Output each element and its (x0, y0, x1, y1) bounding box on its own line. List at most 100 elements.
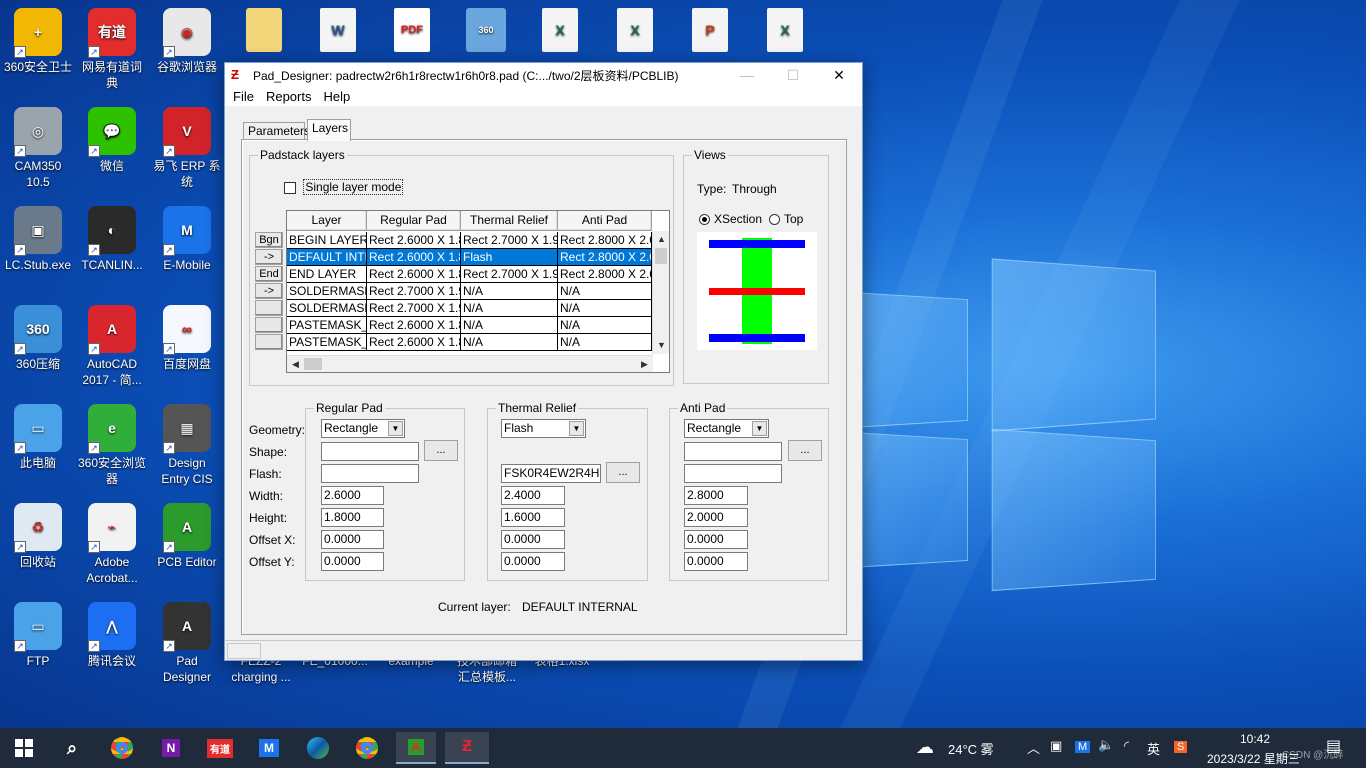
notification-icon[interactable]: ▤ (1326, 736, 1341, 756)
thermal-geometry-select[interactable]: Flash ▼ (501, 419, 586, 438)
vertical-scrollbar[interactable]: ▲ ▼ (652, 231, 669, 354)
excel-file-icon[interactable]: X (747, 8, 823, 55)
zip-file-icon[interactable]: 360 (448, 8, 524, 55)
anti-shape-field[interactable] (684, 442, 782, 461)
close-button[interactable]: ✕ (816, 63, 862, 87)
taskbar-onenote[interactable]: N (151, 732, 191, 764)
row-button[interactable] (255, 334, 283, 350)
anti-height-field[interactable]: 2.0000 (684, 508, 748, 527)
radio-xsection-indicator[interactable] (699, 214, 710, 226)
volume-icon[interactable]: 🔈 (1098, 737, 1114, 753)
pdf-file-icon[interactable]: PDF (374, 8, 450, 55)
cell-anti[interactable]: Rect 2.8000 X 2.00 (558, 232, 652, 249)
cell-layer[interactable]: DEFAULT INTE (287, 249, 367, 266)
anti-width-field[interactable]: 2.8000 (684, 486, 748, 505)
desktop-icon-tcanlin[interactable]: ◐ ↗ TCANLIN... (74, 206, 150, 273)
row-button[interactable]: Bgn (255, 232, 283, 248)
cell-anti[interactable]: Rect 2.8000 X 2.00 (558, 266, 652, 283)
desktop-icon-chrome[interactable]: ◉ ↗ 谷歌浏览器 (149, 8, 225, 75)
desktop-icon-ftp[interactable]: ▭ ↗ FTP (0, 602, 76, 669)
anti-offset-y-field[interactable]: 0.0000 (684, 552, 748, 571)
thermal-width-field[interactable]: 2.4000 (501, 486, 565, 505)
single-layer-mode[interactable]: Single layer mode (284, 179, 404, 195)
taskbar-chrome[interactable] (102, 732, 142, 764)
thermal-offset-x-field[interactable]: 0.0000 (501, 530, 565, 549)
tab-layers[interactable]: Layers (307, 119, 351, 141)
taskbar-youdao[interactable]: 有道 (200, 732, 240, 764)
row-button[interactable]: -> (255, 249, 283, 265)
table-row[interactable]: PASTEMASK_TRect 2.6000 X 1.80N/AN/A (287, 317, 652, 334)
cell-layer[interactable]: PASTEMASK_B (287, 334, 367, 351)
cell-thermal[interactable]: Flash (461, 249, 558, 266)
desktop-icon-autocad[interactable]: A ↗ AutoCAD 2017 - 简... (74, 305, 150, 388)
row-button[interactable]: End (255, 266, 283, 282)
regular-height-field[interactable]: 1.8000 (321, 508, 384, 527)
minimize-button[interactable]: — (724, 63, 770, 87)
word-file-icon[interactable]: W (300, 8, 376, 55)
desktop-icon-computer[interactable]: ▭ ↗ 此电脑 (0, 404, 76, 471)
ppt-file-icon[interactable]: P (672, 8, 748, 55)
cell-thermal[interactable]: N/A (461, 283, 558, 300)
thermal-flash-browse-button[interactable]: ... (606, 462, 640, 483)
chevron-down-icon[interactable]: ▼ (388, 421, 403, 436)
network-icon[interactable]: ◜ (1124, 738, 1129, 754)
thermal-offset-y-field[interactable]: 0.0000 (501, 552, 565, 571)
weather-icon[interactable]: ☁ (916, 737, 934, 758)
desktop-icon-pcb-editor[interactable]: A ↗ PCB Editor (149, 503, 225, 570)
desktop-icon-wechat[interactable]: 💬 ↗ 微信 (74, 107, 150, 174)
emobile-tray-icon[interactable]: M (1075, 738, 1091, 753)
cell-regular[interactable]: Rect 2.6000 X 1.80 (367, 266, 461, 283)
sogou-icon[interactable]: S (1174, 738, 1188, 753)
cell-anti[interactable]: N/A (558, 317, 652, 334)
desktop-icon-emobile[interactable]: M ↗ E-Mobile (149, 206, 225, 273)
desktop-icon-360-zip[interactable]: 360 ↗ 360压缩 (0, 305, 76, 372)
tab-parameters[interactable]: Parameters (243, 122, 310, 140)
desktop-icon-acrobat[interactable]: ⌁ ↗ Adobe Acrobat... (74, 503, 150, 586)
chevron-up-icon[interactable]: ︿ (1027, 738, 1040, 757)
table-row[interactable]: PASTEMASK_BRect 2.6000 X 1.80N/AN/A (287, 334, 652, 351)
cell-layer[interactable]: SOLDERMASK_ (287, 283, 367, 300)
anti-shape-browse-button[interactable]: ... (788, 440, 822, 461)
tray-app-icon[interactable]: ▣ (1050, 738, 1062, 754)
cell-regular[interactable]: Rect 2.6000 X 1.80 (367, 249, 461, 266)
search-icon[interactable]: ⌕ (52, 732, 92, 764)
desktop-icon-baidu-pan[interactable]: ∞ ↗ 百度网盘 (149, 305, 225, 372)
horizontal-scrollbar[interactable]: ◀ ▶ (287, 355, 653, 372)
scroll-up-icon[interactable]: ▲ (653, 231, 670, 248)
ime-indicator[interactable]: 英 (1147, 739, 1160, 758)
table-row[interactable]: DEFAULT INTERect 2.6000 X 1.80FlashRect … (287, 249, 652, 266)
taskbar-emobile[interactable]: M (249, 732, 289, 764)
col-layer[interactable]: Layer (287, 211, 367, 231)
radio-xsection[interactable]: XSection (699, 212, 762, 226)
col-anti-pad[interactable]: Anti Pad (558, 211, 652, 231)
thermal-flash-field[interactable]: FSK0R4EW2R4H1 (501, 464, 601, 483)
start-button[interactable] (4, 732, 44, 764)
col-thermal-relief[interactable]: Thermal Relief (461, 211, 558, 231)
cell-anti[interactable]: N/A (558, 334, 652, 351)
desktop-icon-tencent-meeting[interactable]: ⋀ ↗ 腾讯会议 (74, 602, 150, 669)
cell-anti[interactable]: Rect 2.8000 X 2.00 (558, 249, 652, 266)
menu-file[interactable]: File (227, 89, 260, 104)
cell-thermal[interactable]: N/A (461, 317, 558, 334)
clock-time[interactable]: 10:42 (1240, 732, 1270, 746)
scroll-right-icon[interactable]: ▶ (636, 356, 653, 373)
anti-geometry-select[interactable]: Rectangle ▼ (684, 419, 769, 438)
chevron-down-icon[interactable]: ▼ (752, 421, 767, 436)
col-regular-pad[interactable]: Regular Pad (367, 211, 461, 231)
taskbar-edge[interactable] (298, 732, 338, 764)
chevron-down-icon[interactable]: ▼ (569, 421, 584, 436)
desktop-icon-lcstub[interactable]: ▣ ↗ LC.Stub.exe (0, 206, 76, 273)
maximize-button[interactable]: ☐ (770, 63, 816, 87)
single-layer-checkbox[interactable] (284, 181, 296, 194)
scroll-thumb[interactable] (655, 248, 667, 264)
padstack-grid[interactable]: Layer Regular Pad Thermal Relief Anti Pa… (286, 210, 670, 373)
radio-top-indicator[interactable] (769, 214, 780, 226)
cell-thermal[interactable]: Rect 2.7000 X 1.90 (461, 266, 558, 283)
desktop-icon-360-safe[interactable]: + ↗ 360安全卫士 (0, 8, 76, 75)
desktop-icon-youdao[interactable]: 有道 ↗ 网易有道词 典 (74, 8, 150, 91)
cell-regular[interactable]: Rect 2.6000 X 1.80 (367, 317, 461, 334)
folder-icon[interactable] (226, 8, 302, 55)
cell-thermal[interactable]: Rect 2.7000 X 1.90 (461, 232, 558, 249)
cell-layer[interactable]: END LAYER (287, 266, 367, 283)
row-button[interactable]: -> (255, 283, 283, 299)
